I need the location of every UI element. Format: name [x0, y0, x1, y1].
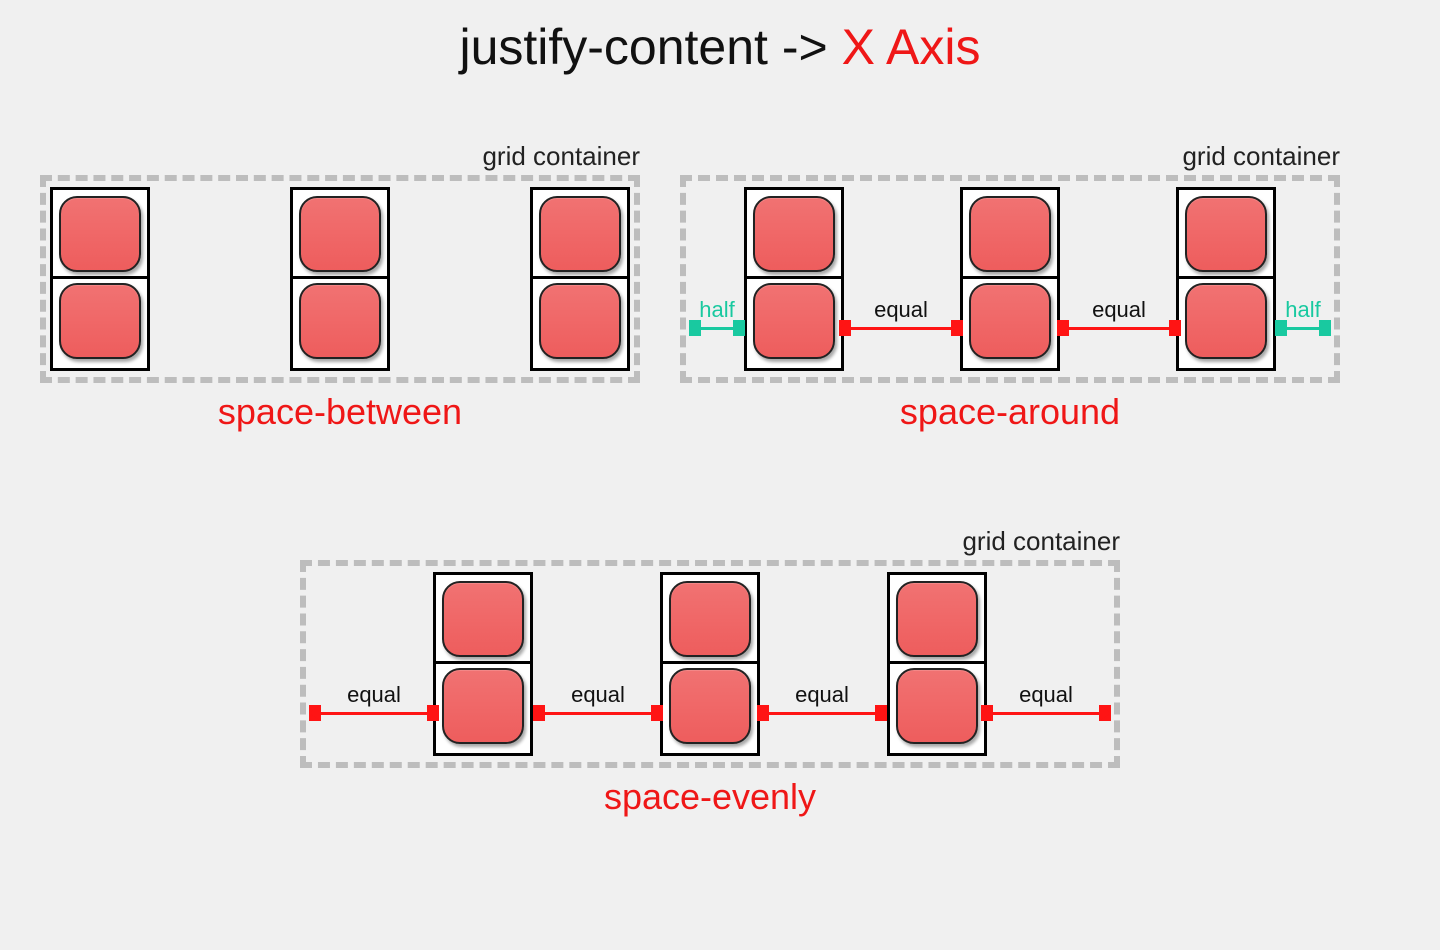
- title-accent: X Axis: [842, 19, 981, 75]
- grid-cell: [669, 668, 751, 744]
- grid-cell: [896, 581, 978, 657]
- grid-cell: [539, 196, 621, 272]
- grid-container-around: [680, 175, 1340, 383]
- column-divider: [53, 276, 147, 279]
- grid-cell: [1185, 196, 1267, 272]
- column-divider: [663, 661, 757, 664]
- grid-cell: [442, 668, 524, 744]
- grid-cell: [669, 581, 751, 657]
- grid-column: [1176, 187, 1276, 371]
- grid-cell: [59, 196, 141, 272]
- column-divider: [747, 276, 841, 279]
- grid-cell: [896, 668, 978, 744]
- grid-column: [887, 572, 987, 756]
- caption-space-around: space-around: [680, 391, 1340, 433]
- diagram-title: justify-content -> X Axis: [0, 18, 1440, 76]
- grid-column: [50, 187, 150, 371]
- container-label: grid container: [962, 526, 1120, 557]
- panel-space-between: grid container space-between: [40, 175, 640, 383]
- grid-cell: [442, 581, 524, 657]
- panel-space-around: grid container half: [680, 175, 1340, 383]
- grid-cell: [969, 283, 1051, 359]
- column-divider: [533, 276, 627, 279]
- grid-cell: [753, 196, 835, 272]
- column-divider: [890, 661, 984, 664]
- column-divider: [1179, 276, 1273, 279]
- grid-cell: [969, 196, 1051, 272]
- grid-column: [660, 572, 760, 756]
- column-divider: [963, 276, 1057, 279]
- column-divider: [293, 276, 387, 279]
- grid-container-between: [40, 175, 640, 383]
- diagram-canvas: justify-content -> X Axis grid container…: [0, 0, 1440, 950]
- title-prefix: justify-content ->: [459, 19, 841, 75]
- container-label: grid container: [1182, 141, 1340, 172]
- column-divider: [436, 661, 530, 664]
- grid-cell: [753, 283, 835, 359]
- grid-cell: [59, 283, 141, 359]
- grid-cell: [539, 283, 621, 359]
- grid-column: [433, 572, 533, 756]
- caption-space-evenly: space-evenly: [300, 776, 1120, 818]
- grid-cell: [299, 196, 381, 272]
- grid-cell: [1185, 283, 1267, 359]
- grid-column: [744, 187, 844, 371]
- grid-container-evenly: [300, 560, 1120, 768]
- container-label: grid container: [482, 141, 640, 172]
- caption-space-between: space-between: [40, 391, 640, 433]
- grid-column: [290, 187, 390, 371]
- panel-space-evenly: grid container equal: [300, 560, 1120, 768]
- grid-cell: [299, 283, 381, 359]
- grid-column: [530, 187, 630, 371]
- grid-column: [960, 187, 1060, 371]
